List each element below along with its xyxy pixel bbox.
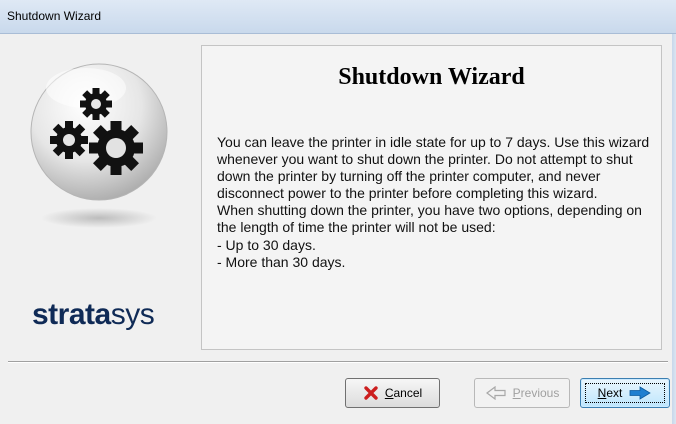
logo-bold-part: strata bbox=[32, 298, 111, 331]
wizard-client-area: stratasys Shutdown Wizard You can leave … bbox=[0, 34, 672, 424]
x-icon bbox=[364, 386, 378, 400]
wizard-sidebar: stratasys bbox=[0, 34, 200, 354]
gears-icon bbox=[30, 63, 168, 228]
cancel-button[interactable]: Cancel bbox=[345, 378, 440, 408]
arrow-left-icon bbox=[485, 386, 506, 400]
previous-button[interactable]: Previous bbox=[474, 378, 570, 408]
footer-separator bbox=[8, 361, 668, 363]
previous-button-label: Previous bbox=[512, 386, 560, 400]
window-title: Shutdown Wizard bbox=[7, 9, 102, 23]
stratasys-logo: stratasys bbox=[32, 298, 155, 332]
option-item-up-to-30-days: - Up to 30 days. bbox=[217, 236, 316, 253]
description-paragraph: You can leave the printer in idle state … bbox=[217, 134, 650, 202]
focus-rectangle bbox=[585, 383, 665, 403]
cancel-button-label: Cancel bbox=[384, 386, 423, 400]
title-bar: Shutdown Wizard bbox=[0, 0, 676, 34]
wizard-description: You can leave the printer in idle state … bbox=[217, 134, 657, 271]
description-paragraph: When shutting down the printer, you have… bbox=[217, 202, 642, 236]
logo-light-part: sys bbox=[110, 298, 155, 331]
option-item-more-than-30-days: - More than 30 days. bbox=[217, 253, 346, 270]
window-border bbox=[672, 34, 676, 424]
page-title: Shutdown Wizard bbox=[338, 64, 525, 90]
next-button[interactable]: Next bbox=[580, 378, 670, 408]
wizard-content-panel: Shutdown Wizard You can leave the printe… bbox=[201, 45, 662, 350]
